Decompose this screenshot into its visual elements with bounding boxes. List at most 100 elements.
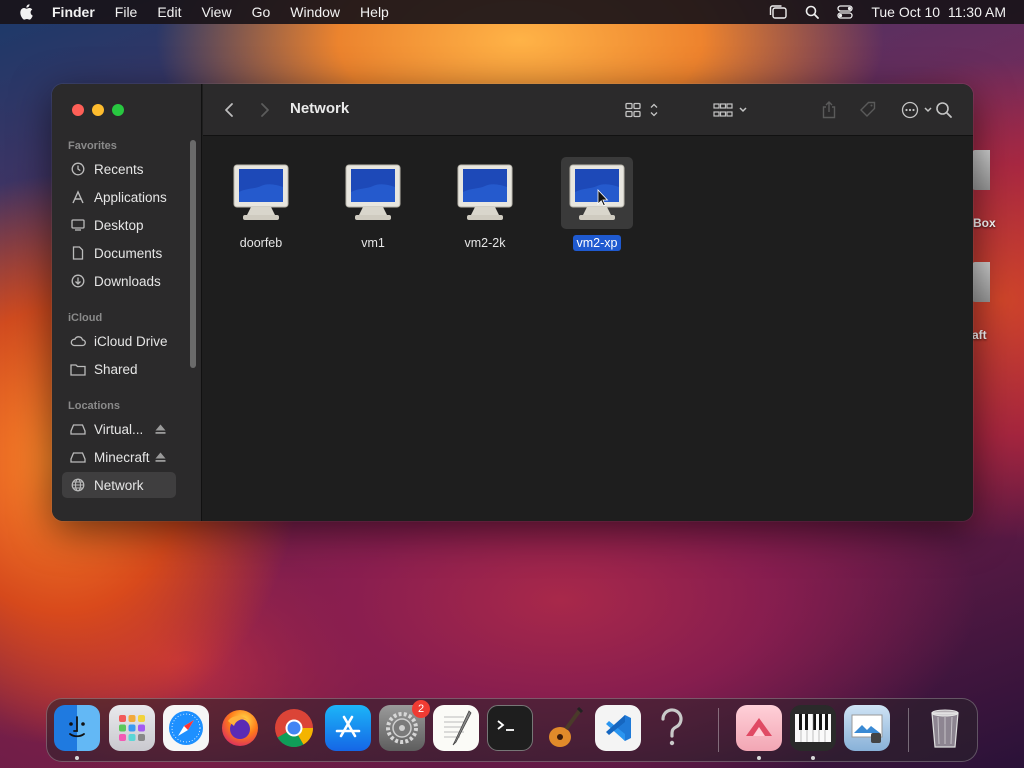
- close-button[interactable]: [72, 104, 84, 116]
- dock: 2: [46, 698, 978, 762]
- running-indicator: [75, 756, 79, 760]
- finder-window: Favorites Recents Applications Desktop D…: [52, 84, 973, 521]
- computer-monitor-icon: [561, 157, 633, 229]
- minimize-button[interactable]: [92, 104, 104, 116]
- window-title: Network: [290, 100, 350, 117]
- globe-icon: [70, 477, 86, 493]
- menu-edit[interactable]: Edit: [157, 4, 181, 20]
- sidebar-item-recents[interactable]: Recents: [62, 156, 176, 182]
- zoom-button[interactable]: [112, 104, 124, 116]
- menu-bar: Finder File Edit View Go Window Help Tue…: [0, 0, 1024, 24]
- dock-separator: [718, 708, 719, 752]
- search-icon[interactable]: [935, 100, 953, 120]
- dock-launchpad-icon[interactable]: [109, 705, 155, 751]
- tag-icon[interactable]: [859, 100, 877, 120]
- dock-help-icon[interactable]: [649, 705, 695, 751]
- back-button[interactable]: [223, 100, 235, 120]
- apple-menu-icon[interactable]: [16, 2, 36, 22]
- computer-monitor-icon: [225, 157, 297, 229]
- dock-trash-icon[interactable]: [922, 705, 968, 751]
- desktop-drive-icon[interactable]: [972, 262, 990, 302]
- menu-help[interactable]: Help: [360, 4, 389, 20]
- sidebar-item-documents[interactable]: Documents: [62, 240, 176, 266]
- cloud-icon: [70, 333, 86, 349]
- sidebar-item-label: Shared: [94, 361, 138, 377]
- sidebar-item-downloads[interactable]: Downloads: [62, 268, 176, 294]
- sidebar-item-virtual[interactable]: Virtual...: [62, 416, 176, 442]
- sidebar-section-icloud: iCloud: [68, 312, 103, 324]
- drive-icon: [70, 449, 86, 465]
- dock-safari-icon[interactable]: [163, 705, 209, 751]
- group-by-icon[interactable]: [713, 100, 749, 120]
- sidebar-item-minecraft[interactable]: Minecraft: [62, 444, 176, 470]
- dock-chrome-icon[interactable]: [271, 705, 317, 751]
- menu-view[interactable]: View: [201, 4, 231, 20]
- clock-icon: [70, 161, 86, 177]
- dock-firefox-icon[interactable]: [217, 705, 263, 751]
- window-controls: [72, 104, 124, 116]
- desktop-icon: [70, 217, 86, 233]
- running-indicator: [811, 756, 815, 760]
- spotlight-search-icon[interactable]: [805, 5, 820, 19]
- eject-icon[interactable]: [155, 422, 166, 437]
- desktop-icon-label: aft: [972, 328, 987, 342]
- dock-preview-icon[interactable]: [844, 705, 890, 751]
- sidebar-item-label: Desktop: [94, 217, 144, 233]
- dock-finder-icon[interactable]: [54, 705, 100, 751]
- dock-vscode-icon[interactable]: [595, 705, 641, 751]
- sidebar-item-applications[interactable]: Applications: [62, 184, 176, 210]
- sidebar-item-label: Network: [94, 477, 144, 493]
- file-browser: doorfeb vm1 vm2-2k vm2-xp: [203, 137, 973, 521]
- sidebar-item-shared[interactable]: Shared: [62, 356, 176, 382]
- eject-icon[interactable]: [155, 450, 166, 465]
- dock-system-settings-icon[interactable]: 2: [379, 700, 430, 751]
- network-computer-item-selected[interactable]: vm2-xp: [552, 157, 642, 252]
- network-computer-item[interactable]: doorfeb: [216, 157, 306, 252]
- menu-file[interactable]: File: [115, 4, 138, 20]
- stage-manager-icon[interactable]: [769, 5, 788, 19]
- download-icon: [70, 273, 86, 289]
- dock-app-store-icon[interactable]: [325, 705, 371, 751]
- menu-go[interactable]: Go: [252, 4, 271, 20]
- toolbar: Network: [203, 84, 973, 136]
- sidebar-item-label: Applications: [94, 189, 167, 205]
- desktop-icon-label: Box: [973, 216, 996, 230]
- computer-monitor-icon: [337, 157, 409, 229]
- share-icon[interactable]: [821, 100, 837, 120]
- dock-textedit-icon[interactable]: [433, 705, 479, 751]
- running-indicator: [757, 756, 761, 760]
- sidebar-item-label: Recents: [94, 161, 144, 177]
- sidebar-item-desktop[interactable]: Desktop: [62, 212, 176, 238]
- sidebar-item-label: iCloud Drive: [94, 333, 168, 349]
- dock-separator: [908, 708, 909, 752]
- control-center-icon[interactable]: [837, 5, 854, 19]
- network-computer-item[interactable]: vm2-2k: [440, 157, 530, 252]
- dock-garageband-icon[interactable]: [541, 705, 587, 751]
- sidebar-item-label: Documents: [94, 245, 163, 261]
- sidebar-section-locations: Locations: [68, 400, 120, 412]
- sidebar: Favorites Recents Applications Desktop D…: [52, 84, 202, 521]
- document-icon: [70, 245, 86, 261]
- sidebar-item-icloud-drive[interactable]: iCloud Drive: [62, 328, 176, 354]
- view-mode-icon-grid[interactable]: [625, 100, 659, 120]
- file-label: vm2-2k: [464, 236, 506, 250]
- file-label: vm2-xp: [572, 235, 622, 251]
- network-computer-item[interactable]: vm1: [328, 157, 418, 252]
- sidebar-item-label: Virtual...: [94, 421, 144, 437]
- dock-terminal-icon[interactable]: [487, 705, 533, 751]
- file-label: doorfeb: [239, 236, 283, 250]
- forward-button[interactable]: [259, 100, 271, 120]
- desktop-drive-icon[interactable]: [972, 150, 990, 190]
- menubar-clock[interactable]: Tue Oct 10 11:30 AM: [871, 4, 1006, 20]
- sidebar-scrollbar[interactable]: [190, 140, 196, 368]
- sidebar-item-label: Downloads: [94, 273, 161, 289]
- computer-monitor-icon: [449, 157, 521, 229]
- more-actions-icon[interactable]: [901, 100, 937, 120]
- notification-badge: 2: [412, 700, 430, 718]
- sidebar-item-network[interactable]: Network: [62, 472, 176, 498]
- dock-piano-icon[interactable]: [790, 705, 836, 751]
- dock-affinity-icon[interactable]: [736, 705, 782, 751]
- file-label: vm1: [361, 236, 385, 250]
- menu-window[interactable]: Window: [290, 4, 340, 20]
- menu-finder[interactable]: Finder: [52, 4, 95, 20]
